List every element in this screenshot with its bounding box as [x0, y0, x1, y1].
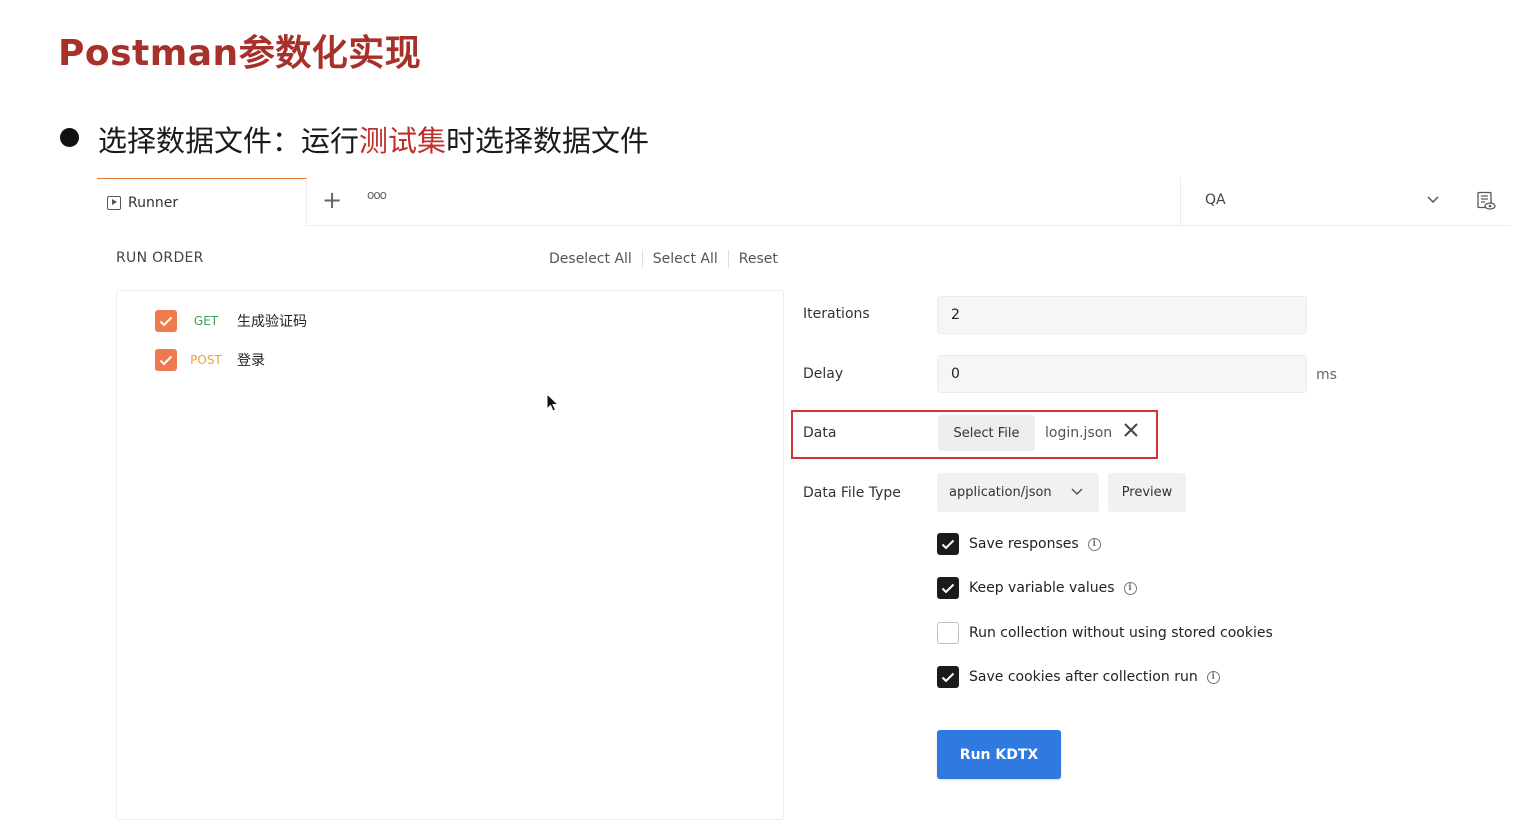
bullet-text-prefix: 选择数据文件：运行 — [98, 124, 360, 158]
reset-button[interactable]: Reset — [739, 251, 778, 267]
select-all-button[interactable]: Select All — [653, 251, 718, 267]
checkmark-icon — [941, 672, 955, 682]
info-icon[interactable]: i — [1123, 581, 1137, 595]
bullet-text: 选择数据文件：运行测试集时选择数据文件 — [98, 118, 649, 160]
option-label: Run collection without using stored cook… — [969, 625, 1273, 641]
action-separator — [641, 250, 643, 268]
deselect-all-button[interactable]: Deselect All — [549, 251, 632, 267]
tab-runner[interactable]: Runner — [97, 178, 307, 226]
request-row[interactable]: POST 登录 — [155, 349, 265, 371]
request-checkbox[interactable] — [155, 310, 177, 332]
run-order-title: RUN ORDER — [116, 250, 204, 266]
chevron-down-icon[interactable] — [1427, 193, 1439, 207]
request-method: POST — [190, 353, 222, 367]
delay-input[interactable]: 0 — [937, 355, 1307, 393]
bullet-text-suffix: 时选择数据文件 — [446, 124, 650, 158]
run-without-cookies-checkbox[interactable] — [937, 622, 959, 644]
request-name: 生成验证码 — [237, 314, 307, 330]
option-save-cookies[interactable]: Save cookies after collection run i — [937, 666, 1220, 688]
iterations-input[interactable]: 2 — [937, 296, 1307, 334]
delay-unit: ms — [1316, 367, 1337, 383]
new-tab-button[interactable]: + — [322, 188, 342, 212]
select-file-button[interactable]: Select File — [938, 415, 1035, 451]
data-label: Data — [803, 425, 837, 441]
more-tabs-button[interactable]: ooo — [367, 188, 387, 202]
info-icon[interactable]: i — [1206, 670, 1220, 684]
request-list: GET 生成验证码 POST 登录 — [116, 290, 784, 820]
checkmark-icon — [941, 539, 955, 549]
checkmark-icon — [159, 316, 173, 326]
iterations-label: Iterations — [803, 306, 870, 322]
option-run-without-cookies[interactable]: Run collection without using stored cook… — [937, 622, 1273, 644]
run-collection-button[interactable]: Run KDTX — [937, 730, 1061, 779]
tab-runner-label: Runner — [128, 194, 179, 211]
environment-quick-look-icon[interactable] — [1476, 191, 1496, 215]
data-file-type-value: application/json — [949, 485, 1052, 500]
run-order-actions: Deselect All Select All Reset — [549, 250, 778, 268]
option-label: Save responses — [969, 536, 1079, 552]
save-responses-checkbox[interactable] — [937, 533, 959, 555]
data-file-type-label: Data File Type — [803, 485, 901, 501]
chevron-down-icon — [1071, 485, 1083, 500]
action-separator — [727, 250, 729, 268]
delay-label: Delay — [803, 366, 844, 382]
environment-divider — [1180, 178, 1181, 225]
checkmark-icon — [159, 355, 173, 365]
info-icon[interactable]: i — [1087, 537, 1101, 551]
keep-variable-values-checkbox[interactable] — [937, 577, 959, 599]
request-checkbox[interactable] — [155, 349, 177, 371]
option-label: Save cookies after collection run — [969, 669, 1198, 685]
data-file-type-select[interactable]: application/json — [937, 473, 1099, 512]
environment-select[interactable]: QA — [1205, 192, 1226, 208]
mouse-cursor-icon — [546, 392, 560, 417]
close-icon[interactable] — [1122, 421, 1140, 443]
bullet-dot — [60, 128, 79, 147]
preview-button[interactable]: Preview — [1108, 473, 1186, 512]
slide-title: Postman参数化实现 — [58, 33, 422, 74]
tabbar-divider — [307, 225, 1511, 226]
request-row[interactable]: GET 生成验证码 — [155, 310, 307, 332]
option-save-responses[interactable]: Save responses i — [937, 533, 1101, 555]
option-label: Keep variable values — [969, 580, 1115, 596]
play-icon — [107, 195, 121, 210]
bullet-text-highlight: 测试集 — [359, 124, 447, 158]
option-keep-variable-values[interactable]: Keep variable values i — [937, 577, 1137, 599]
request-name: 登录 — [237, 353, 265, 369]
selected-file-name: login.json — [1045, 425, 1113, 441]
request-method: GET — [193, 314, 219, 328]
save-cookies-checkbox[interactable] — [937, 666, 959, 688]
checkmark-icon — [941, 583, 955, 593]
